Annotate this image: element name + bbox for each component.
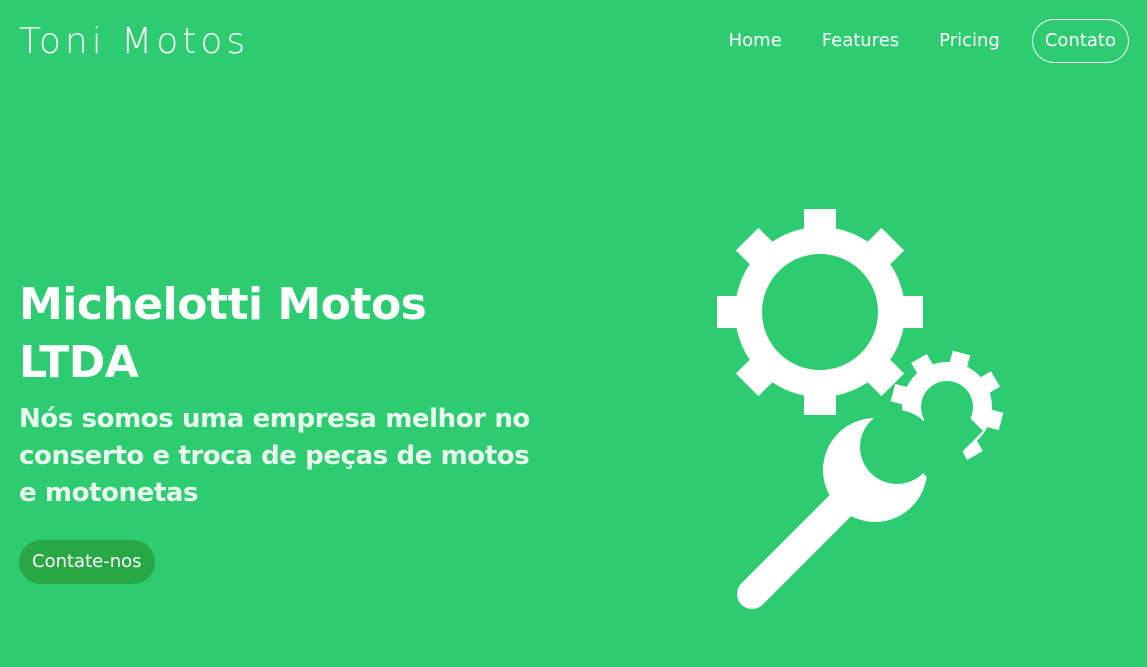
nav-link-pricing[interactable]: Pricing xyxy=(939,19,1000,63)
nav-link-features[interactable]: Features xyxy=(822,19,899,63)
gears-wrench-icon xyxy=(717,209,1004,609)
nav-contact-button[interactable]: Contato xyxy=(1031,19,1129,63)
navbar: Toni Motos Home Features Pricing Contato xyxy=(0,0,1147,86)
hero-subtitle: Nós somos uma empresa melhor no conserto… xyxy=(19,404,530,508)
nav-link-home[interactable]: Home xyxy=(729,19,782,63)
wrench-icon xyxy=(737,396,983,609)
brand-logo[interactable]: Toni Motos xyxy=(19,20,249,64)
hero-title: Michelotti Motos LTDA xyxy=(19,279,427,388)
main-nav: Home Features Pricing Contato xyxy=(729,19,1129,63)
contact-us-button[interactable]: Contate-nos xyxy=(19,540,155,584)
